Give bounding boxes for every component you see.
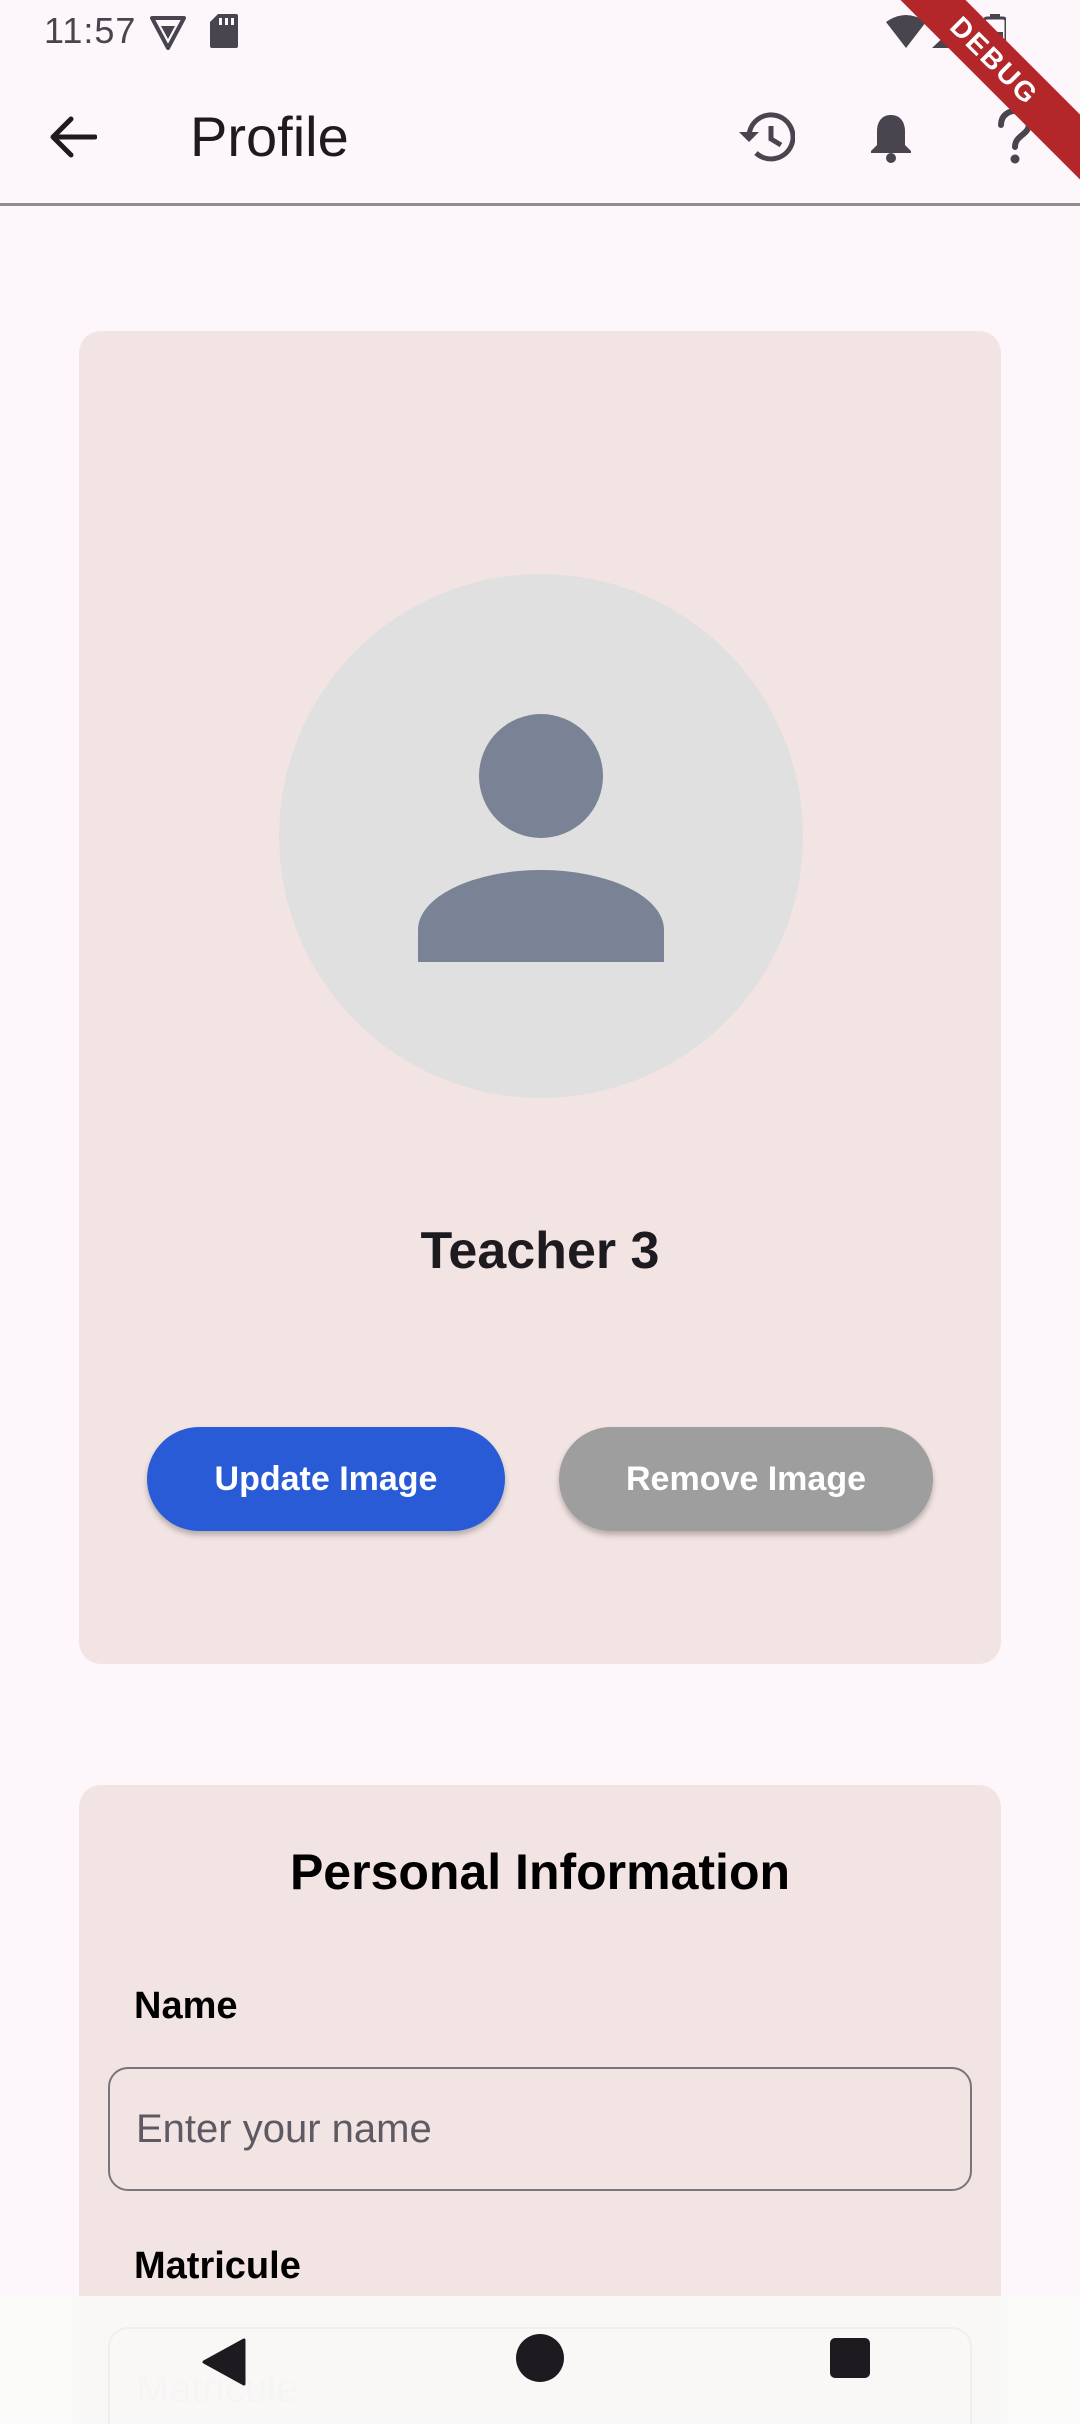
nav-home-icon[interactable]	[516, 2334, 564, 2382]
avatar-body	[418, 870, 664, 962]
name-label: Name	[134, 1985, 238, 2027]
bell-icon	[871, 115, 911, 163]
profile-name: Teacher 3	[420, 1222, 660, 1280]
matricule-label: Matricule	[134, 2245, 301, 2287]
nav-back-icon[interactable]	[202, 2338, 246, 2391]
notifications-button[interactable]	[856, 102, 926, 172]
avatar[interactable]	[279, 574, 803, 1098]
arrow-back-icon	[50, 116, 97, 158]
update-image-button[interactable]: Update Image	[147, 1427, 505, 1531]
name-input[interactable]	[108, 2067, 972, 2191]
avatar-head	[479, 714, 603, 838]
section-title: Personal Information	[289, 1844, 791, 1900]
app-bar: Profile	[0, 64, 1080, 206]
profile-screen: 11:57 DEBUG Profile Teacher 3 Update Ima…	[0, 0, 1080, 2424]
sd-card-icon	[210, 14, 238, 53]
nav-recents-icon[interactable]	[830, 2338, 870, 2378]
remove-image-button[interactable]: Remove Image	[559, 1427, 933, 1531]
history-button[interactable]	[730, 102, 800, 172]
page-title: Profile	[190, 105, 349, 168]
history-icon	[739, 112, 795, 162]
system-nav-bar	[0, 2296, 1080, 2424]
status-time: 11:57	[44, 10, 137, 51]
back-button[interactable]	[40, 104, 106, 170]
vpn-shield-icon	[148, 14, 188, 55]
profile-card: Teacher 3 Update Image Remove Image	[79, 331, 1001, 1664]
